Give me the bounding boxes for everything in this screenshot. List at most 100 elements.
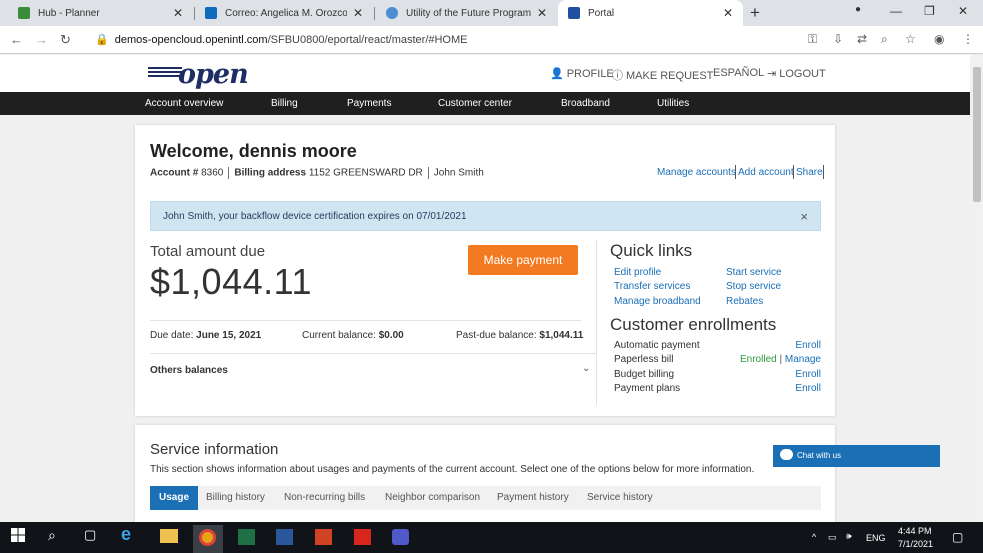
- tab-separator: [374, 7, 375, 20]
- network-icon[interactable]: ▭: [828, 532, 837, 543]
- logo-mark: [148, 67, 182, 81]
- enrolled-status: Enrolled: [740, 354, 777, 365]
- clock-date[interactable]: 7/1/2021: [898, 539, 933, 549]
- enroll-budget-billing-link[interactable]: Enroll: [795, 369, 821, 380]
- menu-icon[interactable]: ⋮: [962, 32, 974, 46]
- windows-start-icon[interactable]: [10, 527, 30, 547]
- search-icon[interactable]: ⌕: [48, 527, 68, 547]
- tab-non-recurring-bills[interactable]: Non-recurring bills: [275, 486, 374, 510]
- tab-payment-history[interactable]: Payment history: [488, 486, 578, 510]
- browser-tab-portal[interactable]: Portal ✕: [558, 0, 743, 26]
- bookmark-star-icon[interactable]: ☆: [905, 32, 916, 46]
- word-icon[interactable]: [276, 529, 293, 545]
- globe-icon: [386, 7, 398, 19]
- reload-icon[interactable]: ↻: [60, 32, 71, 48]
- link-separator: [793, 165, 794, 179]
- chevron-down-icon[interactable]: ⌄: [582, 363, 590, 374]
- powerpoint-icon[interactable]: [315, 529, 332, 545]
- customer-enrollments-title: Customer enrollments: [610, 315, 777, 334]
- zoom-icon[interactable]: ⌕: [881, 32, 888, 47]
- close-tab-icon[interactable]: ✕: [173, 6, 183, 20]
- close-tab-icon[interactable]: ✕: [723, 6, 733, 20]
- account-icon[interactable]: ◉: [934, 32, 944, 46]
- nav-billing[interactable]: Billing: [271, 98, 298, 109]
- divider: [150, 320, 581, 321]
- service-tabs: Usage Billing history Non-recurring bill…: [150, 486, 821, 510]
- chat-label: Chat with us: [797, 451, 842, 460]
- enroll-payment-plans-link[interactable]: Enroll: [795, 383, 821, 394]
- tab-service-history[interactable]: Service history: [578, 486, 662, 510]
- tray-overflow-icon[interactable]: ^: [812, 532, 816, 542]
- column-divider: [596, 240, 597, 405]
- edit-profile-link[interactable]: Edit profile: [614, 267, 661, 278]
- start-service-link[interactable]: Start service: [726, 267, 782, 278]
- transfer-services-link[interactable]: Transfer services: [614, 281, 690, 292]
- excel-icon[interactable]: [238, 529, 255, 545]
- close-tab-icon[interactable]: ✕: [537, 6, 547, 20]
- site-header: open 👤 PROFILE ⓘ MAKE REQUEST ESPAÑOL ⇥ LOG…: [0, 55, 970, 92]
- tab-neighbor-comparison[interactable]: Neighbor comparison: [376, 486, 489, 510]
- share-link[interactable]: Share: [796, 167, 823, 178]
- manage-broadband-link[interactable]: Manage broadband: [614, 296, 701, 307]
- enroll-automatic-payment-link[interactable]: Enroll: [795, 340, 821, 351]
- task-view-icon[interactable]: ▢: [84, 527, 104, 547]
- logout-link[interactable]: ⇥ LOGOUT: [767, 67, 826, 80]
- rebates-link[interactable]: Rebates: [726, 296, 763, 307]
- add-account-link[interactable]: Add account: [738, 167, 794, 178]
- tab-billing-history[interactable]: Billing history: [197, 486, 274, 510]
- back-icon[interactable]: ←: [10, 32, 23, 47]
- main-nav: Account overview Billing Payments Custom…: [0, 92, 970, 115]
- tab-usage[interactable]: Usage: [150, 486, 199, 510]
- stop-service-link[interactable]: Stop service: [726, 281, 781, 292]
- new-tab-icon[interactable]: +: [750, 3, 760, 23]
- nav-payments[interactable]: Payments: [347, 98, 391, 109]
- browser-tab-planner[interactable]: Hub - Planner ✕: [8, 0, 193, 26]
- account-card: Welcome, dennis moore Account # 8360 Bill…: [135, 125, 835, 416]
- enrollment-label: Automatic payment: [614, 340, 700, 351]
- clock-time[interactable]: 4:44 PM: [898, 526, 932, 536]
- notifications-icon[interactable]: ▢: [952, 530, 963, 544]
- scroll-thumb[interactable]: [973, 67, 981, 202]
- close-alert-icon[interactable]: ×: [800, 209, 808, 224]
- enrollment-label: Budget billing: [614, 369, 675, 380]
- install-icon[interactable]: ⇩: [833, 32, 843, 46]
- make-payment-button[interactable]: Make payment: [468, 245, 578, 275]
- manage-accounts-link[interactable]: Manage accounts: [657, 167, 736, 178]
- acrobat-icon[interactable]: [354, 529, 371, 545]
- divider: [150, 353, 596, 354]
- logo[interactable]: open: [178, 59, 249, 90]
- close-tab-icon[interactable]: ✕: [353, 6, 363, 20]
- espanol-link[interactable]: ESPAÑOL: [713, 67, 764, 79]
- edge-icon[interactable]: e: [121, 524, 141, 544]
- nav-broadband[interactable]: Broadband: [561, 98, 610, 109]
- close-window-icon[interactable]: ✕: [958, 4, 968, 18]
- forward-icon[interactable]: →: [35, 32, 48, 47]
- nav-customer-center[interactable]: Customer center: [438, 98, 512, 109]
- minimize-icon[interactable]: —: [890, 4, 902, 18]
- manage-paperless-link[interactable]: Manage: [785, 354, 821, 365]
- link-separator: [823, 165, 824, 179]
- current-balance: Current balance: $0.00: [302, 330, 404, 341]
- teams-icon[interactable]: [392, 529, 409, 545]
- url-field[interactable]: 🔒 demos-opencloud.openintl.com/SFBU0800/e…: [95, 33, 468, 46]
- service-info-card: Service information This section shows i…: [135, 425, 835, 522]
- browser-tab-outlook[interactable]: Correo: Angelica M. Orozco O. - ✕: [195, 0, 373, 26]
- key-icon[interactable]: ⚿: [808, 32, 817, 47]
- browser-tab-utility[interactable]: Utility of the Future Program ✕: [376, 0, 557, 26]
- profile-dropdown-icon[interactable]: ●: [855, 4, 861, 15]
- make-request-link[interactable]: ⓘ MAKE REQUEST: [612, 67, 713, 83]
- portal-icon: [568, 7, 580, 19]
- restore-icon[interactable]: ❐: [924, 4, 935, 18]
- chrome-icon[interactable]: [199, 529, 216, 546]
- taskbar: ⌕ ▢ e ^ ▭ 🕪 ENG 4:44 PM 7/1/2021 ▢: [0, 522, 983, 553]
- language-indicator[interactable]: ENG: [866, 533, 886, 543]
- nav-account-overview[interactable]: Account overview: [145, 98, 223, 109]
- profile-link[interactable]: 👤 PROFILE: [550, 67, 614, 80]
- chat-with-us-button[interactable]: Chat with us: [773, 445, 940, 467]
- volume-icon[interactable]: 🕪: [846, 531, 852, 542]
- others-balances-toggle[interactable]: Others balances: [150, 365, 228, 376]
- nav-utilities[interactable]: Utilities: [657, 98, 689, 109]
- translate-icon[interactable]: ⇄: [857, 32, 867, 46]
- page-scrollbar[interactable]: [970, 55, 983, 522]
- file-explorer-icon[interactable]: [160, 529, 178, 543]
